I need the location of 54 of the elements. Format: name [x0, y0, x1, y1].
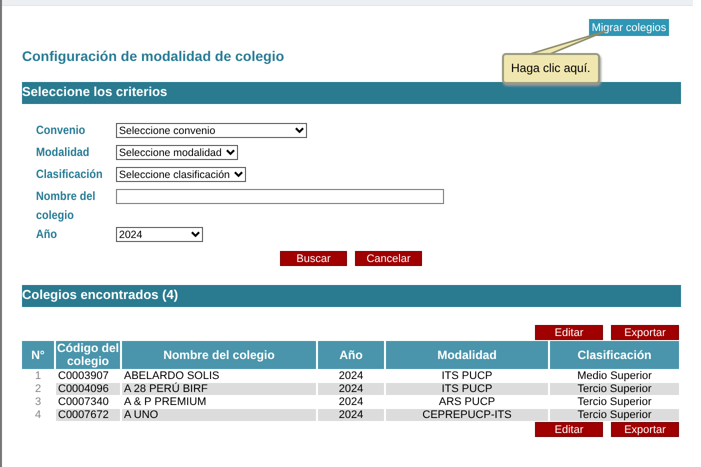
field-label: Convenio: [36, 122, 86, 139]
chevron-icon: [295, 127, 304, 134]
table-cell: 2024: [318, 383, 384, 395]
table-cell: CEPREPUCP-ITS: [386, 409, 548, 421]
table-cell: 2024: [318, 409, 384, 421]
action-button[interactable]: Editar: [535, 325, 603, 340]
column-header: N°: [22, 341, 54, 369]
action-button[interactable]: Exportar: [611, 325, 679, 340]
column-header: Clasificación: [550, 341, 679, 369]
chevron-icon: [234, 171, 243, 178]
page-title: Configuración de modalidad de colegio: [22, 47, 284, 64]
action-button[interactable]: Exportar: [611, 422, 679, 437]
table-cell-text: C0007340: [57, 396, 110, 408]
chevron-icon: [191, 231, 200, 238]
tooltip: Haga clic aquí.: [502, 53, 600, 84]
table-cell: C0007672: [56, 409, 120, 421]
input-field[interactable]: [116, 189, 444, 204]
dropdown[interactable]: Seleccione clasificación: [116, 167, 246, 182]
column-header: Nombre del colegio: [122, 341, 316, 369]
table-cell: ITS PUCP: [386, 383, 548, 395]
table-cell-text: 3: [34, 396, 42, 408]
column-header: Modalidad: [386, 341, 548, 369]
field-label: Nombre del colegio: [36, 188, 96, 224]
table-cell-text: ABELARDO SOLIS: [123, 370, 220, 382]
action-button[interactable]: Cancelar: [355, 251, 422, 266]
table-cell-text: 4: [34, 409, 42, 421]
field-label: Modalidad: [36, 144, 90, 161]
table-cell-text: Tercio Superior: [576, 396, 652, 408]
field-label: Clasificación: [36, 166, 104, 183]
table-cell-text: Medio Superior: [576, 370, 653, 382]
table-cell-text: 2024: [338, 396, 364, 408]
table-cell-text: ITS PUCP: [440, 370, 494, 382]
table-cell: Tercio Superior: [550, 409, 679, 421]
table-cell-text: C0003907: [57, 370, 110, 382]
field-label: Año: [36, 226, 58, 243]
table-cell-text: A & P PREMIUM: [123, 396, 208, 408]
section-header: Colegios encontrados (4): [22, 285, 681, 307]
dropdown[interactable]: 2024: [116, 227, 203, 242]
table-cell: Tercio Superior: [550, 383, 679, 395]
dropdown[interactable]: Seleccione modalidad: [116, 145, 238, 160]
action-button[interactable]: Buscar: [280, 251, 347, 266]
table-cell-text: 1: [34, 370, 42, 382]
column-header: Código del colegio: [56, 341, 120, 369]
table-cell-text: 2: [34, 383, 42, 395]
dropdown[interactable]: Seleccione convenio: [116, 123, 307, 138]
column-header: Año: [318, 341, 384, 369]
table-cell: A UNO: [122, 409, 316, 421]
chevron-icon: [226, 149, 235, 156]
action-button[interactable]: Editar: [535, 422, 603, 437]
section-header: Seleccione los criterios: [22, 82, 681, 104]
table-cell-text: ARS PUCP: [438, 396, 496, 408]
table-cell: C0004096: [56, 383, 120, 395]
table-cell: A 28 PERÚ BIRF: [122, 383, 316, 395]
table-cell-text: 2024: [338, 370, 364, 382]
